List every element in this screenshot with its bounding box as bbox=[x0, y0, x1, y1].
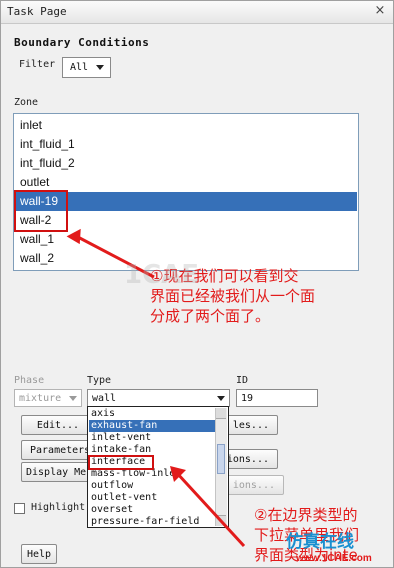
type-label: Type bbox=[87, 375, 112, 386]
annotation-1-line: 分成了两个面了。 bbox=[150, 307, 271, 325]
zone-label: Zone bbox=[14, 97, 39, 108]
scroll-up-icon[interactable] bbox=[216, 408, 226, 419]
highlight-label: Highlight bbox=[31, 502, 86, 513]
edit-button[interactable]: Edit... bbox=[21, 415, 95, 435]
phase-label: Phase bbox=[14, 375, 45, 386]
title-bar: Task Page × bbox=[1, 1, 393, 24]
phase-dropdown: mixture bbox=[14, 389, 82, 407]
type-option[interactable]: inlet-vent bbox=[89, 432, 215, 444]
zone-item[interactable]: inlet bbox=[15, 116, 357, 135]
display-mesh-button[interactable]: Display Mes bbox=[21, 462, 95, 482]
annotation-arrow-2 bbox=[170, 466, 246, 548]
filter-label: Filter bbox=[19, 59, 56, 70]
zone-item[interactable]: int_fluid_1 bbox=[15, 135, 357, 154]
type-option[interactable]: axis bbox=[89, 408, 215, 420]
zone-item[interactable]: int_fluid_2 bbox=[15, 154, 357, 173]
parameters-button[interactable]: Parameters bbox=[21, 440, 95, 460]
annotation-2-line: ②在边界类型的 bbox=[254, 506, 358, 524]
watermark-faint: 1CAE bbox=[124, 260, 200, 290]
highlight-box-interface bbox=[88, 455, 154, 470]
highlight-checkbox[interactable] bbox=[14, 503, 25, 514]
chevron-down-icon bbox=[217, 396, 225, 401]
type-dropdown[interactable]: wall bbox=[87, 389, 230, 407]
watermark-brand: 仿真在线 bbox=[286, 532, 354, 552]
help-button[interactable]: Help bbox=[21, 544, 57, 564]
window-title: Task Page bbox=[7, 5, 67, 18]
chevron-down-icon bbox=[69, 396, 77, 401]
section-title: Boundary Conditions bbox=[14, 36, 150, 49]
phase-value: mixture bbox=[19, 393, 62, 404]
type-option-highlighted[interactable]: exhaust-fan bbox=[89, 420, 215, 433]
filter-dropdown[interactable]: All bbox=[62, 57, 111, 78]
type-value: wall bbox=[92, 393, 117, 404]
chevron-down-icon bbox=[96, 65, 104, 70]
id-value: 19 bbox=[241, 393, 254, 404]
close-icon[interactable]: × bbox=[373, 4, 387, 18]
id-field[interactable]: 19 bbox=[236, 389, 318, 407]
filter-value: All bbox=[70, 62, 89, 73]
id-label: ID bbox=[236, 375, 249, 386]
watermark-url: www.1CAE.com bbox=[296, 553, 372, 564]
